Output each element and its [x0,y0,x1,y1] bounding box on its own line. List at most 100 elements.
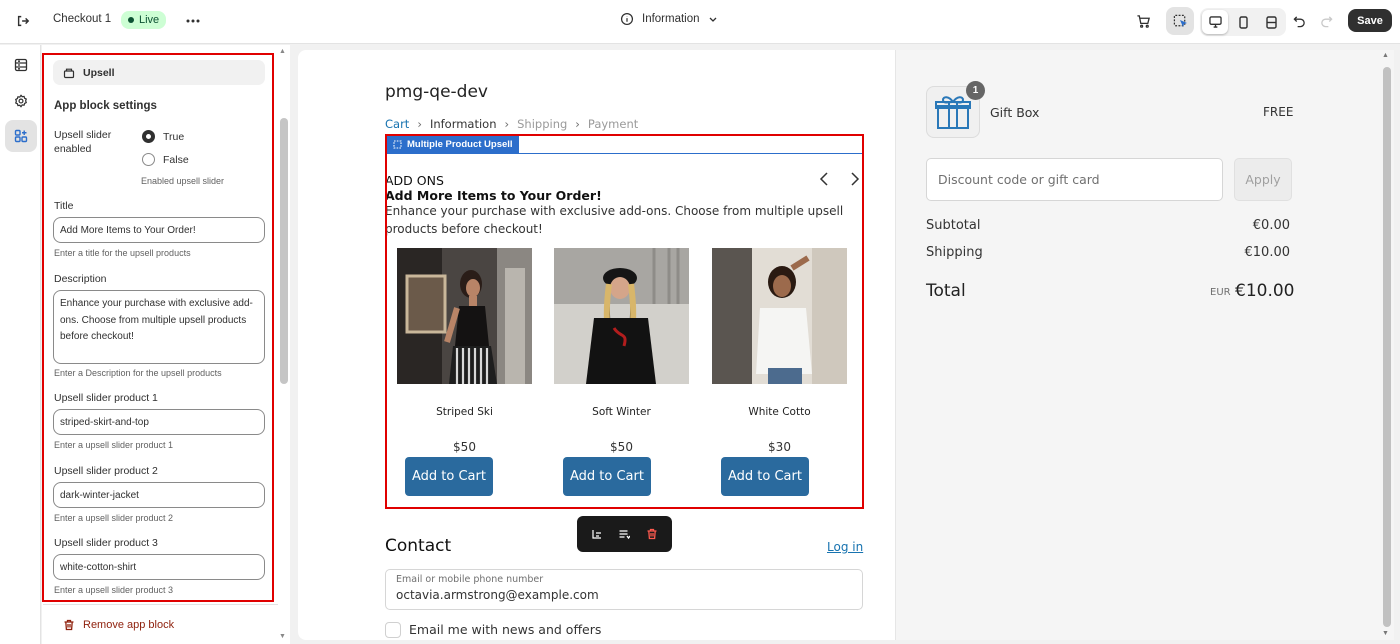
left-rail [0,45,41,644]
block-outline [387,153,862,154]
total-value: €10.00 [1235,281,1295,301]
product-image[interactable] [554,248,689,384]
title-input[interactable]: Add More Items to Your Order! [53,217,265,243]
preview-scroll-up-icon[interactable]: ▲ [1382,52,1389,59]
top-bar: Checkout 1 Live Information Save [0,0,1400,44]
panel-scroll-thumb[interactable] [280,118,288,384]
store-name[interactable]: pmg-qe-dev [385,82,488,102]
subtotal-row: Subtotal €0.00 [926,218,1290,233]
sections-icon[interactable] [5,49,37,81]
product-image[interactable] [712,248,847,384]
undo-icon[interactable] [1284,6,1314,36]
block-name: Upsell [83,66,115,79]
radio-false[interactable]: False [142,153,189,166]
scroll-down-icon[interactable]: ▼ [279,633,286,640]
breadcrumb-separator-icon: › [504,117,510,131]
save-button[interactable]: Save [1348,9,1392,32]
total-currency: EUR [1210,287,1231,298]
fullwidth-icon[interactable] [1258,10,1284,34]
cart-icon[interactable] [1128,6,1158,36]
email-field-value: octavia.armstrong@example.com [396,588,599,602]
block-header[interactable]: Upsell [53,60,265,85]
contact-heading: Contact [385,536,452,556]
title-label: Title [54,200,74,212]
reorder-icon[interactable] [618,528,631,540]
login-link[interactable]: Log in [827,540,863,554]
status-label: Live [139,14,160,26]
desktop-icon[interactable] [1202,10,1228,34]
product-image[interactable] [397,248,532,384]
scroll-up-icon[interactable]: ▲ [279,48,286,55]
redo-icon[interactable] [1311,6,1341,36]
description-input[interactable]: Enhance your purchase with exclusive add… [53,290,265,364]
breadcrumb-separator-icon: › [575,117,580,131]
shipping-value: €10.00 [1244,245,1291,260]
shipping-row: Shipping €10.00 [926,245,1290,260]
block-toolbar [577,516,672,552]
more-icon[interactable] [178,6,208,36]
breadcrumb-cart[interactable]: Cart [385,117,409,131]
add-to-cart-button[interactable]: Add to Cart [721,457,809,496]
item-price: FREE [1263,105,1294,119]
chevron-down-icon [709,17,716,22]
page-selector[interactable]: Information [620,12,718,26]
product2-input[interactable]: dark-winter-jacket [53,482,265,508]
description-label: Description [54,273,107,285]
move-icon[interactable] [591,528,603,540]
chevron-left-icon[interactable] [817,171,831,187]
block-icon [63,68,75,78]
product-price: $50 [453,440,476,454]
newsletter-checkbox[interactable] [385,622,401,638]
exit-icon[interactable] [8,6,38,36]
preview-scroll-down-icon[interactable]: ▼ [1382,630,1389,637]
product3-hint: Enter a upsell slider product 3 [54,585,174,595]
product1-hint: Enter a upsell slider product 1 [54,440,174,450]
radio-false-dot [142,153,155,166]
radio-true[interactable]: True [142,130,184,143]
remove-block-label: Remove app block [83,619,175,631]
apply-button[interactable]: Apply [1234,158,1292,201]
page-name[interactable]: Checkout 1 [53,13,111,25]
add-to-cart-button[interactable]: Add to Cart [563,457,651,496]
select-icon[interactable] [1166,7,1194,35]
viewport-switcher [1200,8,1286,36]
radio-true-dot [142,130,155,143]
apps-icon[interactable] [5,120,37,152]
block-tag-label: Multiple Product Upsell [407,139,513,150]
chevron-right-icon[interactable] [848,171,862,187]
product2-label: Upsell slider product 2 [54,465,158,477]
product2-hint: Enter a upsell slider product 2 [54,513,174,523]
breadcrumb-information: Information [429,117,497,131]
block-tag[interactable]: Multiple Product Upsell [387,136,519,153]
description-hint: Enter a Description for the upsell produ… [54,368,222,378]
page-selector-label: Information [642,13,700,25]
upsell-heading: ADD ONS [385,173,444,188]
breadcrumb-separator-icon: › [417,117,422,131]
subtotal-label: Subtotal [926,218,981,233]
enabled-hint: Enabled upsell slider [141,176,225,186]
breadcrumb-payment: Payment [587,117,639,131]
product-name: White Cotto [748,406,811,418]
enabled-label: Upsell slider enabled [54,129,112,155]
block-tag-icon [393,140,402,149]
add-to-cart-button[interactable]: Add to Cart [405,457,493,496]
mobile-icon[interactable] [1230,10,1256,34]
breadcrumb-shipping: Shipping [517,117,568,131]
subtotal-value: €0.00 [1252,218,1290,233]
product1-input[interactable]: striped-skirt-and-top [53,409,265,435]
settings-icon[interactable] [5,85,37,117]
item-qty-badge: 1 [966,81,985,100]
newsletter-label: Email me with news and offers [409,622,602,637]
product3-label: Upsell slider product 3 [54,537,158,549]
panel-divider [43,604,278,605]
remove-block-button[interactable]: Remove app block [63,619,174,631]
shipping-label: Shipping [926,245,983,260]
status-dot-icon [128,17,134,23]
email-field[interactable]: Email or mobile phone number octavia.arm… [385,569,863,610]
total-label: Total [926,281,966,301]
product3-input[interactable]: white-cotton-shirt [53,554,265,580]
product1-label: Upsell slider product 1 [54,392,158,404]
discount-input[interactable]: Discount code or gift card [926,158,1223,201]
delete-icon[interactable] [646,528,658,540]
preview-scroll-thumb[interactable] [1383,67,1391,627]
